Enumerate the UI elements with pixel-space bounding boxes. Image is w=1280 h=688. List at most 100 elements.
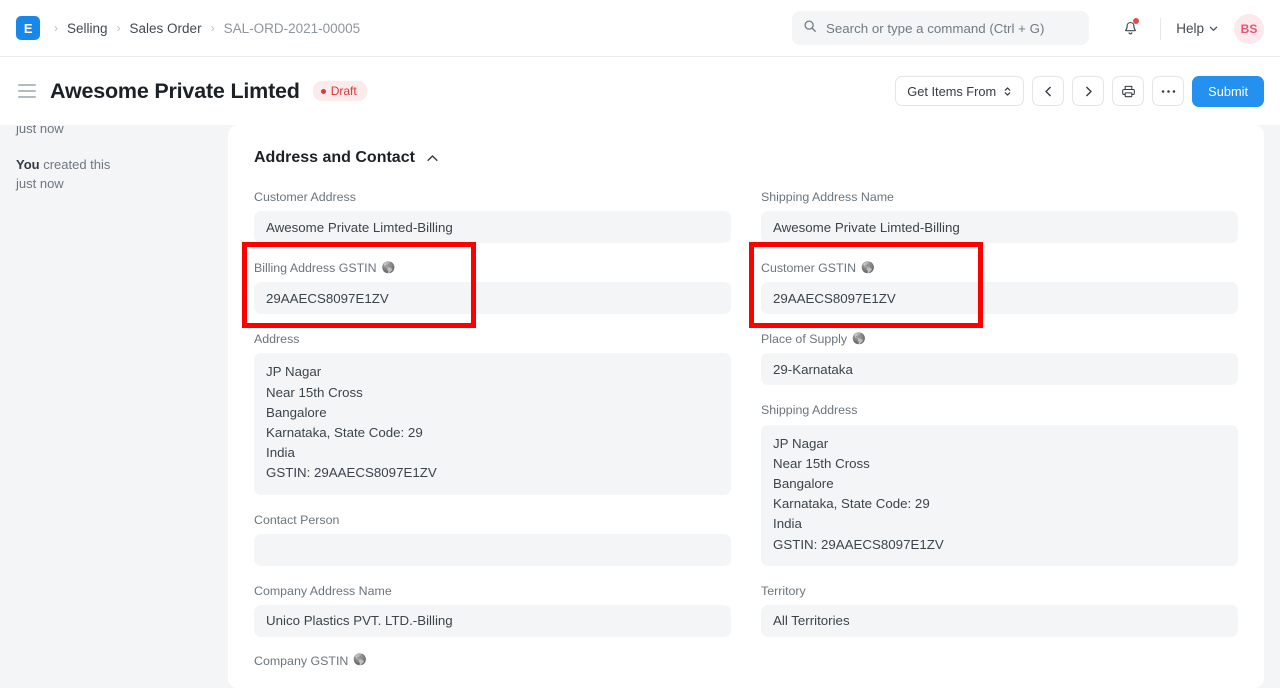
breadcrumb-item-sales-order[interactable]: Sales Order: [130, 21, 202, 36]
field-contact-person: Contact Person: [254, 512, 731, 566]
submit-button[interactable]: Submit: [1192, 76, 1264, 107]
field-address: Address JP Nagar Near 15th Cross Bangalo…: [254, 331, 731, 494]
field-label: Billing Address GSTIN 🌎: [254, 260, 731, 276]
shipping-address-name-input[interactable]: Awesome Private Limted-Billing: [761, 211, 1238, 243]
page-body: just now You created this just now Addre…: [0, 125, 1280, 688]
get-items-from-label: Get Items From: [907, 84, 996, 99]
field-label: Shipping Address Name: [761, 189, 1238, 205]
right-column: Shipping Address Name Awesome Private Li…: [761, 189, 1238, 668]
previous-document-button[interactable]: [1032, 76, 1064, 106]
more-actions-button[interactable]: [1152, 76, 1184, 106]
title-actions: Get Items From: [895, 76, 1264, 107]
field-label: Customer Address: [254, 189, 731, 205]
section-title: Address and Contact: [254, 149, 415, 167]
address-display: JP Nagar Near 15th Cross Bangalore Karna…: [254, 353, 731, 494]
title-bar: Awesome Private Limted Draft Get Items F…: [0, 57, 1280, 125]
field-shipping-address: Shipping Address JP Nagar Near 15th Cros…: [761, 402, 1238, 565]
section-header-address-and-contact[interactable]: Address and Contact: [254, 149, 1238, 167]
field-billing-address-gstin: Billing Address GSTIN 🌎 29AAECS8097E1ZV: [254, 260, 731, 314]
chevron-right-icon: [1082, 85, 1095, 98]
chevron-left-icon: [1042, 85, 1055, 98]
notification-badge-dot: [1133, 18, 1139, 24]
label-text: Customer Address: [254, 189, 356, 205]
get-items-from-button[interactable]: Get Items From: [895, 76, 1024, 106]
field-label: Territory: [761, 583, 1238, 599]
app-logo[interactable]: E: [16, 16, 40, 40]
company-address-name-input[interactable]: Unico Plastics PVT. LTD.-Billing: [254, 605, 731, 637]
field-label-company-gstin: Company GSTIN 🌎: [254, 654, 731, 668]
field-customer-gstin: Customer GSTIN 🌎 29AAECS8097E1ZV: [761, 260, 1238, 314]
timeline-timestamp: just now: [16, 175, 212, 194]
customer-gstin-input[interactable]: 29AAECS8097E1ZV: [761, 282, 1238, 314]
left-column: Customer Address Awesome Private Limted-…: [254, 189, 731, 668]
label-text: Place of Supply: [761, 331, 847, 347]
breadcrumb: › Selling › Sales Order › SAL-ORD-2021-0…: [54, 21, 360, 36]
label-text: Billing Address GSTIN: [254, 260, 377, 276]
timeline-item: You created this just now: [16, 156, 212, 194]
sidebar-toggle-icon[interactable]: [18, 84, 36, 98]
breadcrumb-item-selling[interactable]: Selling: [67, 21, 108, 36]
label-text: Customer GSTIN: [761, 260, 856, 276]
main-content: Address and Contact Customer Address Awe…: [228, 125, 1280, 688]
label-text: Company Address Name: [254, 583, 392, 599]
billing-address-gstin-input[interactable]: 29AAECS8097E1ZV: [254, 282, 731, 314]
activity-sidebar: just now You created this just now: [0, 125, 228, 688]
page-title: Awesome Private Limted: [50, 79, 300, 104]
chevron-up-icon[interactable]: [426, 152, 439, 165]
timeline-action: created this: [40, 157, 111, 172]
field-place-of-supply: Place of Supply 🌎 29-Karnataka: [761, 331, 1238, 385]
next-document-button[interactable]: [1072, 76, 1104, 106]
navbar: E › Selling › Sales Order › SAL-ORD-2021…: [0, 0, 1280, 57]
field-territory: Territory All Territories: [761, 583, 1238, 637]
timeline-item: just now: [16, 125, 212, 139]
print-button[interactable]: [1112, 76, 1144, 106]
search-bar[interactable]: [792, 11, 1089, 45]
label-text: Company GSTIN: [254, 654, 348, 668]
breadcrumb-separator: ›: [54, 22, 58, 34]
customer-address-input[interactable]: Awesome Private Limted-Billing: [254, 211, 731, 243]
globe-icon: 🌎: [852, 334, 866, 345]
avatar[interactable]: BS: [1234, 14, 1264, 44]
shipping-address-display: JP Nagar Near 15th Cross Bangalore Karna…: [761, 425, 1238, 566]
field-label: Address: [254, 331, 731, 347]
help-menu[interactable]: Help: [1174, 17, 1220, 40]
status-badge-label: Draft: [331, 85, 357, 97]
select-chevrons-icon: [1003, 85, 1012, 98]
label-text: Territory: [761, 583, 806, 599]
field-label: Company Address Name: [254, 583, 731, 599]
help-label: Help: [1176, 21, 1204, 36]
search-input[interactable]: [826, 21, 1078, 36]
breadcrumb-item-current: SAL-ORD-2021-00005: [224, 21, 361, 36]
printer-icon: [1121, 84, 1136, 99]
navbar-right-actions: Help BS: [1113, 0, 1264, 57]
globe-icon: 🌎: [382, 263, 396, 274]
address-and-contact-card: Address and Contact Customer Address Awe…: [228, 125, 1264, 688]
territory-input[interactable]: All Territories: [761, 605, 1238, 637]
status-badge: Draft: [313, 81, 367, 101]
ellipsis-icon: [1161, 89, 1176, 94]
label-text: Shipping Address Name: [761, 189, 894, 205]
breadcrumb-separator: ›: [117, 22, 121, 34]
navbar-divider: [1160, 18, 1161, 40]
field-label: Shipping Address: [761, 402, 1238, 418]
field-label: Customer GSTIN 🌎: [761, 260, 1238, 276]
globe-icon: 🌎: [353, 655, 367, 666]
globe-icon: 🌎: [861, 263, 875, 274]
breadcrumb-separator: ›: [211, 22, 215, 34]
place-of-supply-input[interactable]: 29-Karnataka: [761, 353, 1238, 385]
notifications-button[interactable]: [1113, 12, 1147, 46]
field-customer-address: Customer Address Awesome Private Limted-…: [254, 189, 731, 243]
search-icon: [803, 19, 817, 38]
field-company-address-name: Company Address Name Unico Plastics PVT.…: [254, 583, 731, 637]
fields-grid: Customer Address Awesome Private Limted-…: [254, 189, 1238, 668]
label-text: Address: [254, 331, 299, 347]
chevron-down-icon: [1209, 24, 1218, 33]
contact-person-input[interactable]: [254, 534, 731, 566]
label-text: Shipping Address: [761, 402, 857, 418]
field-shipping-address-name: Shipping Address Name Awesome Private Li…: [761, 189, 1238, 243]
label-text: Contact Person: [254, 512, 339, 528]
field-label: Place of Supply 🌎: [761, 331, 1238, 347]
field-label: Contact Person: [254, 512, 731, 528]
timeline-actor: You: [16, 157, 40, 172]
timeline-timestamp: just now: [16, 125, 64, 136]
